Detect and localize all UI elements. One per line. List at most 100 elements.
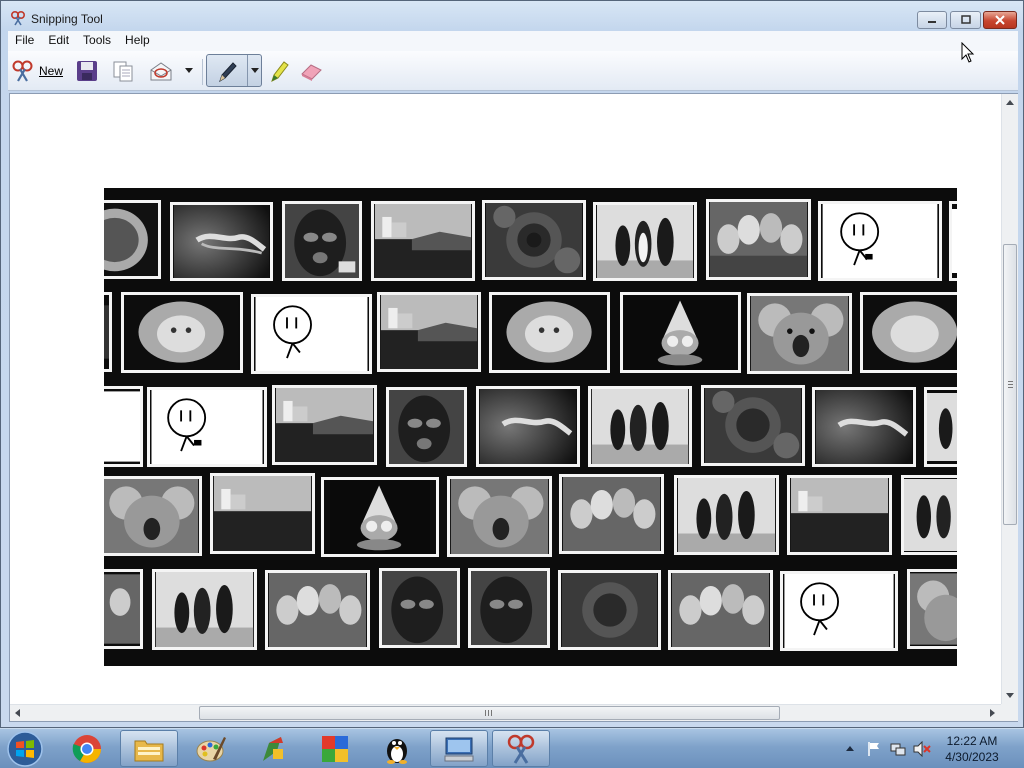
menu-tools[interactable]: Tools	[76, 31, 118, 51]
toolbar: New	[8, 51, 1018, 91]
image-tile	[907, 569, 957, 649]
image-tile	[593, 202, 697, 281]
copy-icon	[113, 61, 133, 82]
chevron-down-icon	[185, 68, 193, 73]
scroll-left-icon[interactable]	[15, 709, 20, 717]
image-tile	[272, 385, 377, 465]
copy-button[interactable]	[109, 57, 137, 85]
image-tile	[468, 568, 550, 648]
image-tile	[121, 292, 243, 373]
title-bar[interactable]: Snipping Tool	[1, 1, 1023, 33]
image-tile	[489, 292, 610, 373]
horizontal-scroll-thumb[interactable]	[199, 706, 780, 720]
volume-muted-icon[interactable]	[913, 741, 931, 757]
image-tile	[282, 201, 362, 281]
pen-icon	[219, 62, 237, 83]
start-button[interactable]	[4, 730, 46, 768]
taskbar-chrome[interactable]	[58, 730, 116, 767]
send-snip-dropdown[interactable]	[182, 57, 196, 85]
taskbar-paint[interactable]	[182, 730, 240, 767]
highlighter-button[interactable]	[267, 57, 291, 85]
image-tile	[559, 474, 664, 554]
save-icon	[77, 61, 97, 81]
send-snip-button[interactable]	[147, 57, 175, 85]
window-title: Snipping Tool	[31, 12, 103, 26]
close-button[interactable]	[983, 11, 1017, 29]
taskbar-linux[interactable]	[368, 730, 426, 767]
taskbar-game[interactable]	[306, 730, 364, 767]
image-tile	[706, 199, 811, 280]
new-snip-button[interactable]: New	[11, 57, 69, 85]
image-tile	[321, 477, 439, 557]
menu-file[interactable]: File	[8, 31, 41, 51]
taskbar: 12:22 AM 4/30/2023	[0, 728, 1024, 768]
scroll-down-icon[interactable]	[1006, 693, 1014, 698]
image-tile	[371, 201, 475, 281]
image-tile	[482, 200, 586, 280]
minimize-button[interactable]	[917, 11, 947, 29]
image-tile	[812, 387, 916, 467]
image-tile	[860, 292, 957, 373]
pen-dropdown[interactable]	[247, 55, 261, 86]
menu-edit[interactable]: Edit	[41, 31, 76, 51]
clock[interactable]: 12:22 AM 4/30/2023	[930, 733, 1014, 765]
scissors-icon	[10, 10, 26, 26]
new-label: New	[39, 64, 64, 78]
image-tile	[386, 387, 467, 467]
image-tile	[620, 292, 741, 373]
image-tile	[251, 294, 372, 374]
menu-bar: File Edit Tools Help	[8, 31, 1018, 51]
game-icon	[322, 735, 348, 762]
image-tile	[668, 570, 773, 650]
menu-help[interactable]: Help	[118, 31, 157, 51]
taskbar-snipping-tool[interactable]	[492, 730, 550, 767]
image-tile	[104, 200, 161, 279]
toolbar-separator	[202, 59, 203, 85]
image-tile	[901, 475, 957, 555]
image-tile	[377, 292, 481, 372]
maximize-button[interactable]	[950, 11, 981, 29]
maximize-icon	[960, 15, 971, 24]
image-tile	[379, 568, 460, 648]
image-tile	[924, 387, 957, 467]
eraser-button[interactable]	[298, 57, 324, 85]
snipping-tool-icon	[507, 734, 535, 764]
taskbar-file-explorer[interactable]	[120, 730, 178, 767]
action-center-flag-icon[interactable]	[867, 741, 881, 757]
taskbar-remote-desktop[interactable]	[430, 730, 488, 767]
grip-icon	[1008, 381, 1013, 388]
file-explorer-icon	[134, 740, 164, 761]
new-snip-icon	[12, 60, 33, 82]
show-hidden-icons-icon[interactable]	[846, 746, 854, 751]
save-button[interactable]	[73, 57, 101, 85]
image-tile	[588, 386, 692, 467]
image-tile	[818, 201, 942, 281]
image-tile	[104, 386, 143, 467]
eraser-icon	[301, 64, 322, 81]
network-icon[interactable]	[890, 741, 906, 757]
image-tile	[447, 476, 552, 557]
horizontal-scrollbar[interactable]	[10, 704, 1001, 721]
image-tile	[210, 473, 315, 554]
clock-date: 4/30/2023	[945, 750, 999, 764]
image-tile	[147, 387, 267, 467]
minimize-icon	[928, 21, 936, 23]
taskbar-sticky-tool[interactable]	[244, 730, 302, 767]
windows-logo-icon	[7, 731, 43, 767]
remote-desktop-icon	[444, 737, 474, 761]
mouse-cursor-icon	[961, 42, 975, 63]
scroll-right-icon[interactable]	[990, 709, 995, 717]
vertical-scrollbar[interactable]	[1001, 94, 1018, 704]
clock-time: 12:22 AM	[946, 734, 998, 748]
scroll-up-icon[interactable]	[1006, 100, 1014, 105]
image-tile	[476, 386, 580, 467]
grip-icon	[485, 710, 492, 716]
image-tile	[701, 385, 805, 466]
pen-button[interactable]	[206, 54, 262, 87]
snip-canvas	[9, 93, 1018, 722]
chevron-down-icon	[250, 67, 259, 73]
image-tile	[787, 475, 892, 555]
vertical-scroll-thumb[interactable]	[1003, 244, 1017, 525]
image-tile	[152, 569, 257, 650]
linux-penguin-icon	[387, 738, 407, 764]
